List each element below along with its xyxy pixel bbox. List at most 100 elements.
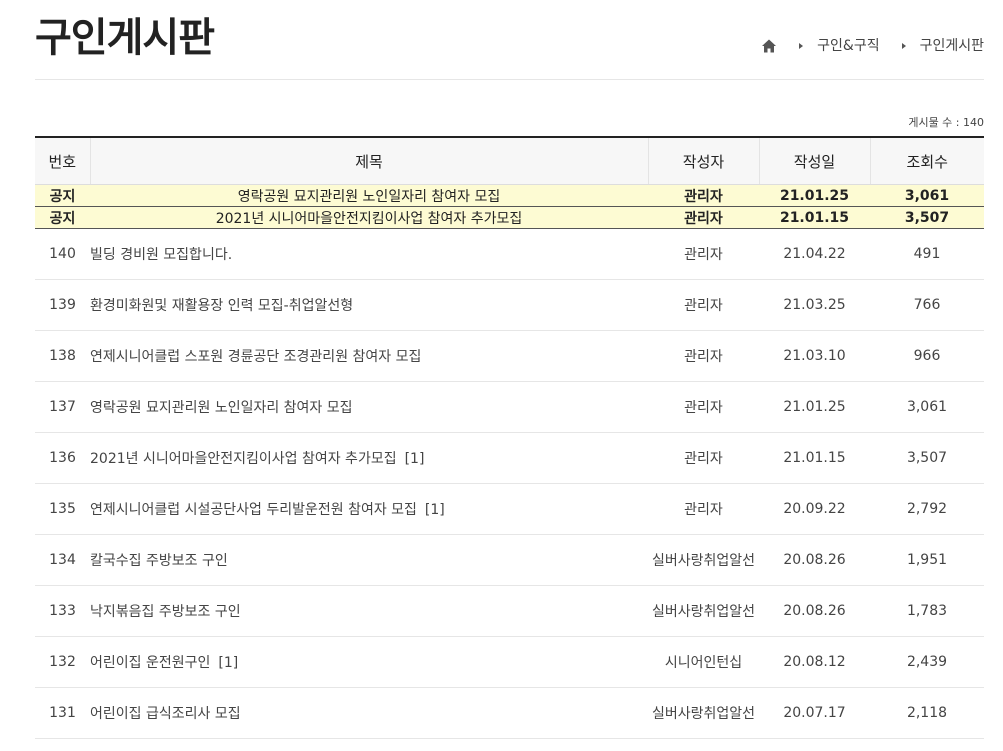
post-title-link[interactable]: 낙지볶음집 주방보조 구인 xyxy=(90,604,241,620)
breadcrumb: 구인&구직 구인게시판 xyxy=(761,36,984,56)
home-icon[interactable] xyxy=(761,38,777,54)
post-author: 시니어인턴십 xyxy=(648,636,759,688)
post-title-link[interactable]: 빌딩 경비원 모집합니다. xyxy=(90,247,232,263)
comment-count: [1] xyxy=(218,655,239,671)
table-header-row: 번호 제목 작성자 작성일 조회수 xyxy=(35,137,984,185)
post-number: 139 xyxy=(35,279,90,331)
table-row[interactable]: 137 영락공원 묘지관리원 노인일자리 참여자 모집 관리자 21.01.25… xyxy=(35,381,984,433)
post-title-cell: 연제시니어클럽 스포원 경륜공단 조경관리원 참여자 모집 xyxy=(90,330,648,382)
post-views: 3,507 xyxy=(870,432,984,484)
post-author: 관리자 xyxy=(648,206,759,229)
post-number: 136 xyxy=(35,432,90,484)
notice-title-link[interactable]: 영락공원 묘지관리원 노인일자리 참여자 모집 xyxy=(90,184,648,207)
post-title-cell: 어린이집 운전원구인 [1] xyxy=(90,636,648,688)
board-table: 번호 제목 작성자 작성일 조회수 공지 영락공원 묘지관리원 노인일자리 참여… xyxy=(35,136,984,739)
post-views: 766 xyxy=(870,279,984,331)
post-author: 실버사랑취업알선 xyxy=(648,534,759,586)
post-date: 20.08.12 xyxy=(759,636,870,688)
column-header-date: 작성일 xyxy=(758,137,870,185)
notice-row[interactable]: 공지 영락공원 묘지관리원 노인일자리 참여자 모집 관리자 21.01.25 … xyxy=(35,184,984,207)
comment-count: [1] xyxy=(424,502,445,518)
post-views: 1,783 xyxy=(870,585,984,637)
post-title-link[interactable]: 연제시니어클럽 스포원 경륜공단 조경관리원 참여자 모집 xyxy=(90,349,421,365)
post-views: 2,792 xyxy=(870,483,984,535)
column-header-author: 작성자 xyxy=(647,137,759,185)
post-title-link[interactable]: 2021년 시니어마을안전지킴이사업 참여자 추가모집 xyxy=(90,451,397,467)
post-views: 2,439 xyxy=(870,636,984,688)
chevron-right-icon xyxy=(799,43,804,49)
post-author: 관리자 xyxy=(648,279,759,331)
post-title-link[interactable]: 영락공원 묘지관리원 노인일자리 참여자 모집 xyxy=(90,400,353,416)
notice-label: 공지 xyxy=(35,206,90,229)
post-author: 관리자 xyxy=(648,381,759,433)
post-date: 21.04.22 xyxy=(759,228,870,280)
post-number: 137 xyxy=(35,381,90,433)
breadcrumb-item-job-board[interactable]: 구인게시판 xyxy=(920,36,984,56)
post-title-link[interactable]: 칼국수집 주방보조 구인 xyxy=(90,553,228,569)
table-row[interactable]: 139 환경미화원및 재활용장 인력 모집-취업알선형 관리자 21.03.25… xyxy=(35,279,984,331)
table-row[interactable]: 140 빌딩 경비원 모집합니다. 관리자 21.04.22 491 xyxy=(35,228,984,280)
table-row[interactable]: 131 어린이집 급식조리사 모집 실버사랑취업알선 20.07.17 2,11… xyxy=(35,687,984,739)
table-row[interactable]: 133 낙지볶음집 주방보조 구인 실버사랑취업알선 20.08.26 1,78… xyxy=(35,585,984,637)
post-date: 20.08.26 xyxy=(759,585,870,637)
post-number: 140 xyxy=(35,228,90,280)
column-header-views: 조회수 xyxy=(869,137,984,185)
post-author: 관리자 xyxy=(648,330,759,382)
table-row[interactable]: 132 어린이집 운전원구인 [1] 시니어인턴십 20.08.12 2,439 xyxy=(35,636,984,688)
table-row[interactable]: 138 연제시니어클럽 스포원 경륜공단 조경관리원 참여자 모집 관리자 21… xyxy=(35,330,984,382)
post-views: 3,061 xyxy=(870,381,984,433)
post-title-link[interactable]: 환경미화원및 재활용장 인력 모집-취업알선형 xyxy=(90,298,353,314)
column-header-title: 제목 xyxy=(89,137,648,185)
post-date: 21.01.15 xyxy=(759,206,870,229)
post-date: 20.07.17 xyxy=(759,687,870,739)
post-date: 21.03.10 xyxy=(759,330,870,382)
breadcrumb-item-job-search[interactable]: 구인&구직 xyxy=(817,36,879,56)
column-header-num: 번호 xyxy=(35,137,90,185)
comment-count: [1] xyxy=(404,451,425,467)
page-header: 구인게시판 구인&구직 구인게시판 xyxy=(35,0,984,80)
post-author: 관리자 xyxy=(648,432,759,484)
post-number: 133 xyxy=(35,585,90,637)
table-row[interactable]: 134 칼국수집 주방보조 구인 실버사랑취업알선 20.08.26 1,951 xyxy=(35,534,984,586)
post-title-link[interactable]: 어린이집 운전원구인 xyxy=(90,655,210,671)
post-author: 관리자 xyxy=(648,184,759,207)
post-views: 3,507 xyxy=(870,206,984,229)
post-title-link[interactable]: 연제시니어클럽 시설공단사업 두리발운전원 참여자 모집 xyxy=(90,502,417,518)
post-date: 21.01.25 xyxy=(759,381,870,433)
post-number: 138 xyxy=(35,330,90,382)
post-author: 실버사랑취업알선 xyxy=(648,585,759,637)
post-title-cell: 연제시니어클럽 시설공단사업 두리발운전원 참여자 모집 [1] xyxy=(90,483,648,535)
post-date: 21.03.25 xyxy=(759,279,870,331)
post-title-cell: 영락공원 묘지관리원 노인일자리 참여자 모집 xyxy=(90,381,648,433)
post-title-cell: 환경미화원및 재활용장 인력 모집-취업알선형 xyxy=(90,279,648,331)
post-date: 20.09.22 xyxy=(759,483,870,535)
post-title-cell: 칼국수집 주방보조 구인 xyxy=(90,534,648,586)
post-author: 관리자 xyxy=(648,228,759,280)
post-title-cell: 낙지볶음집 주방보조 구인 xyxy=(90,585,648,637)
post-title-cell: 어린이집 급식조리사 모집 xyxy=(90,687,648,739)
post-title-cell: 빌딩 경비원 모집합니다. xyxy=(90,228,648,280)
chevron-right-icon xyxy=(901,43,906,49)
post-number: 132 xyxy=(35,636,90,688)
post-title-link[interactable]: 어린이집 급식조리사 모집 xyxy=(90,706,241,722)
post-date: 20.08.26 xyxy=(759,534,870,586)
post-title-cell: 2021년 시니어마을안전지킴이사업 참여자 추가모집 [1] xyxy=(90,432,648,484)
notice-label: 공지 xyxy=(35,184,90,207)
post-date: 21.01.25 xyxy=(759,184,870,207)
page-title: 구인게시판 xyxy=(35,15,215,61)
post-date: 21.01.15 xyxy=(759,432,870,484)
post-count: 게시물 수 : 140 xyxy=(908,116,984,129)
table-row[interactable]: 135 연제시니어클럽 시설공단사업 두리발운전원 참여자 모집 [1] 관리자 … xyxy=(35,483,984,535)
post-number: 134 xyxy=(35,534,90,586)
notice-row[interactable]: 공지 2021년 시니어마을안전지킴이사업 참여자 추가모집 관리자 21.01… xyxy=(35,206,984,229)
post-views: 966 xyxy=(870,330,984,382)
post-number: 135 xyxy=(35,483,90,535)
post-views: 491 xyxy=(870,228,984,280)
notice-title-link[interactable]: 2021년 시니어마을안전지킴이사업 참여자 추가모집 xyxy=(90,206,648,229)
post-views: 2,118 xyxy=(870,687,984,739)
table-row[interactable]: 136 2021년 시니어마을안전지킴이사업 참여자 추가모집 [1] 관리자 2… xyxy=(35,432,984,484)
post-views: 1,951 xyxy=(870,534,984,586)
post-views: 3,061 xyxy=(870,184,984,207)
post-author: 관리자 xyxy=(648,483,759,535)
post-number: 131 xyxy=(35,687,90,739)
